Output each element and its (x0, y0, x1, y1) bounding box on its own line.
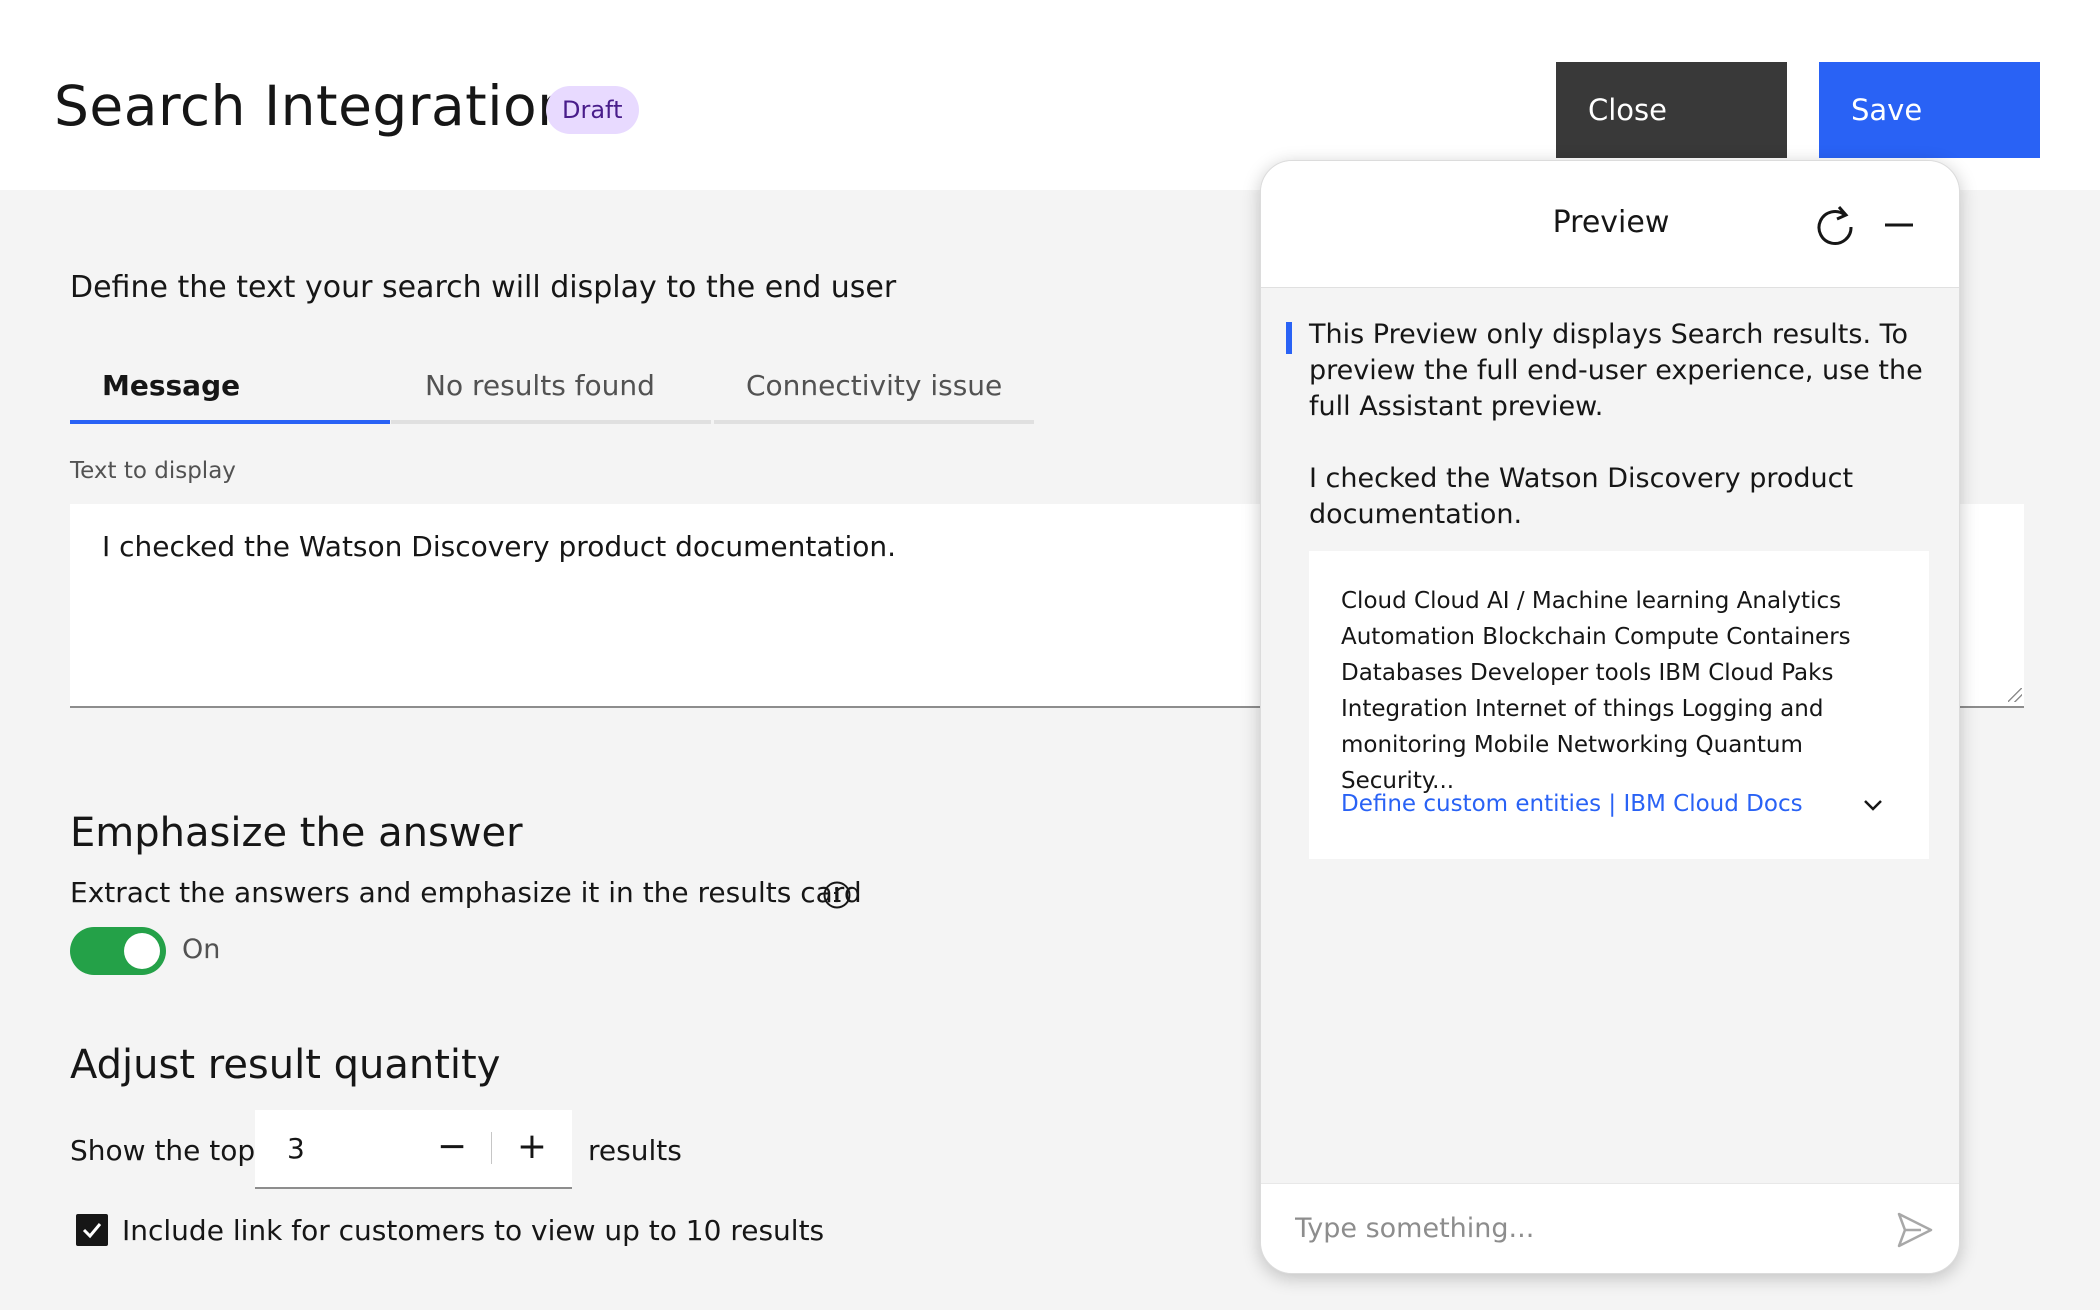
toggle-knob (124, 933, 160, 969)
stepper-divider (491, 1132, 492, 1164)
tab-no-results-found[interactable]: No results found (391, 360, 711, 424)
message-tabs: Message No results found Connectivity is… (70, 360, 1035, 424)
result-link[interactable]: Define custom entities | IBM Cloud Docs (1341, 791, 1803, 817)
include-link-checkbox[interactable] (76, 1214, 108, 1246)
search-integration-page: Search Integration Draft Close Save Defi… (0, 0, 2100, 1310)
tab-message[interactable]: Message (70, 360, 390, 424)
info-icon[interactable] (822, 880, 852, 910)
emphasize-heading: Emphasize the answer (70, 810, 523, 856)
save-button[interactable]: Save (1819, 62, 2040, 158)
minimize-icon[interactable] (1879, 201, 1919, 249)
send-icon[interactable] (1895, 1210, 1935, 1250)
refresh-icon[interactable] (1811, 201, 1859, 249)
search-result-card: Cloud Cloud AI / Machine learning Analyt… (1309, 551, 1929, 859)
show-top-label: Show the top (70, 1134, 256, 1167)
section-intro: Define the text your search will display… (70, 270, 897, 305)
text-to-display-label: Text to display (70, 458, 236, 484)
checkmark-icon (82, 1223, 102, 1239)
chat-input-bar (1261, 1183, 1959, 1273)
include-link-label: Include link for customers to view up to… (122, 1214, 825, 1247)
resize-handle-icon[interactable] (2008, 688, 2022, 702)
increment-button[interactable]: + (497, 1110, 567, 1187)
preview-notice: This Preview only displays Search result… (1309, 319, 1923, 422)
stepper-value[interactable]: 3 (287, 1132, 305, 1165)
text-to-display-value: I checked the Watson Discovery product d… (102, 530, 897, 563)
preview-panel: Preview This Preview only displays Searc… (1260, 160, 1960, 1274)
preview-header: Preview (1261, 161, 1959, 288)
adjust-heading: Adjust result quantity (70, 1042, 501, 1088)
results-suffix: results (588, 1134, 682, 1167)
result-body: Cloud Cloud AI / Machine learning Analyt… (1341, 588, 1851, 794)
chevron-down-icon[interactable] (1859, 791, 1887, 819)
chat-input[interactable] (1295, 1206, 1855, 1250)
result-quantity-stepper[interactable]: 3 − + (255, 1110, 572, 1189)
close-button[interactable]: Close (1556, 62, 1787, 158)
status-badge: Draft (546, 86, 639, 134)
toggle-state-label: On (182, 934, 221, 965)
emphasize-toggle[interactable] (70, 927, 166, 975)
emphasize-description: Extract the answers and emphasize it in … (70, 876, 862, 909)
tab-connectivity-issue[interactable]: Connectivity issue (714, 360, 1034, 424)
notice-accent-bar (1286, 322, 1292, 354)
decrement-button[interactable]: − (417, 1110, 487, 1187)
assistant-response: I checked the Watson Discovery product d… (1309, 463, 1854, 530)
page-title: Search Integration (54, 74, 573, 138)
